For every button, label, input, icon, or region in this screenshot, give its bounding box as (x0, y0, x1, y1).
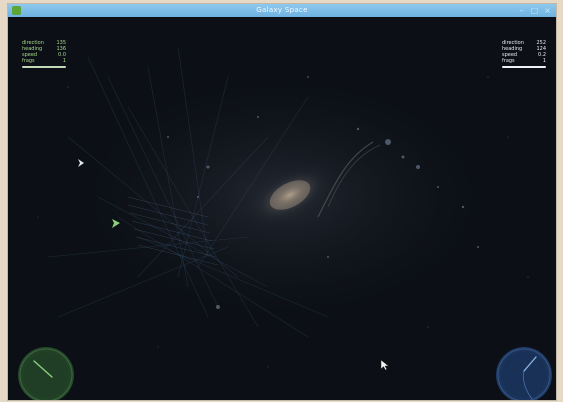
hud-right-row: frags 1 (502, 58, 546, 64)
hud-value: 1 (542, 58, 546, 64)
hud-right: direction 252 heading 124 speed 0.2 frag… (502, 40, 546, 68)
hud-right-health-bar (502, 66, 546, 68)
game-window: Galaxy Space – □ × direction 135 heading… (8, 4, 556, 400)
aim-joystick-icon (497, 348, 551, 400)
maximize-button[interactable]: □ (530, 6, 539, 15)
desktop-background: Galaxy Space – □ × direction 135 heading… (0, 0, 563, 402)
game-viewport[interactable]: direction 135 heading 136 speed 0.0 frag… (8, 17, 556, 400)
close-button[interactable]: × (543, 6, 552, 15)
mouse-cursor-icon (380, 359, 390, 371)
hud-left-row: frags 1 (22, 58, 66, 64)
aim-joystick[interactable] (496, 347, 552, 400)
hud-value: 1 (62, 58, 66, 64)
hud-left-health-bar (22, 66, 66, 68)
thrust-joystick[interactable] (18, 347, 74, 400)
thrust-joystick-icon (19, 348, 73, 400)
hud-label: frags (22, 58, 35, 64)
hud-label: frags (502, 58, 515, 64)
window-title: Galaxy Space (256, 6, 308, 14)
enemy-ship-icon (78, 159, 84, 167)
minimize-button[interactable]: – (517, 6, 526, 15)
player-ship-icon (112, 219, 120, 228)
title-bar[interactable]: Galaxy Space – □ × (8, 4, 556, 17)
window-controls: – □ × (517, 6, 552, 15)
hud-left: direction 135 heading 136 speed 0.0 frag… (22, 40, 66, 68)
ships-layer (78, 159, 120, 228)
